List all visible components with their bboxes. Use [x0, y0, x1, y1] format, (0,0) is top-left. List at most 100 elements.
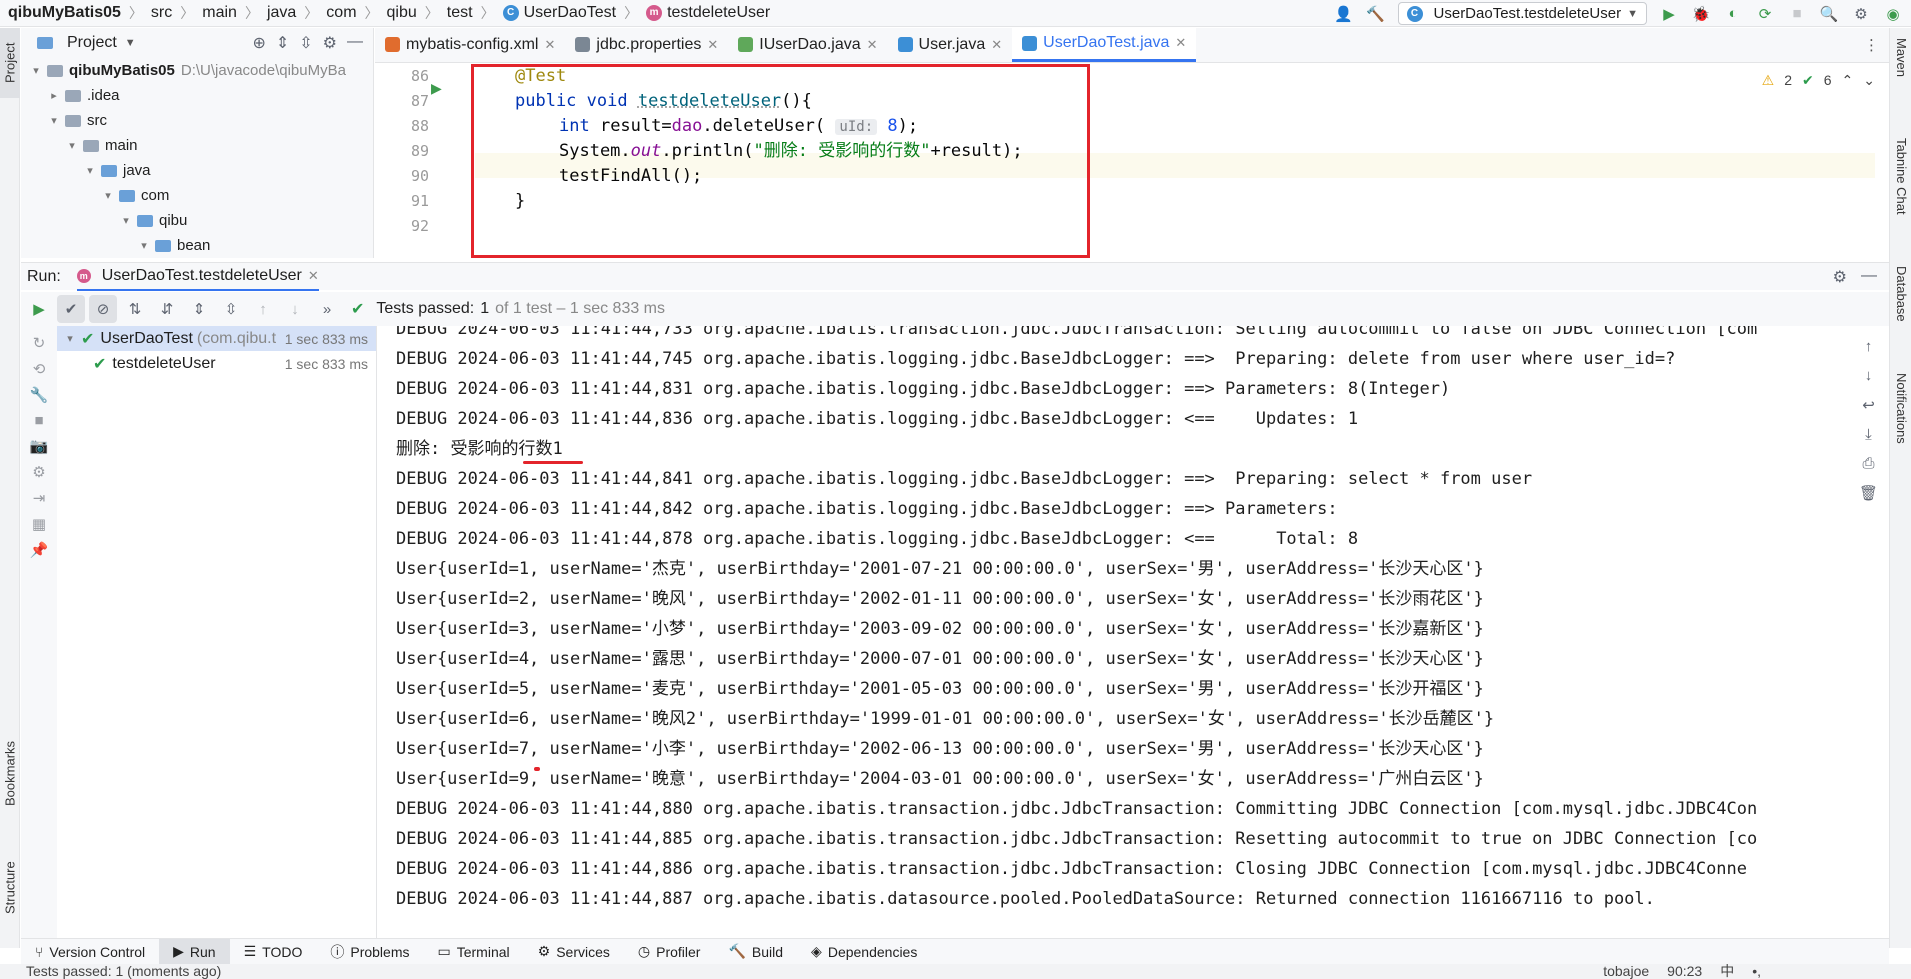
- bottom-tab[interactable]: ▭ Terminal: [424, 939, 524, 965]
- bottom-tab[interactable]: ⑂ Version Control: [21, 939, 159, 965]
- hide-icon[interactable]: —: [1861, 267, 1877, 287]
- project-tree-item[interactable]: ▾ java: [21, 158, 373, 183]
- settings-icon[interactable]: ⚙: [32, 463, 45, 481]
- rerun-failed-icon[interactable]: ↻: [33, 334, 46, 352]
- bottom-tab[interactable]: ◈ Dependencies: [797, 939, 931, 965]
- project-tree-item[interactable]: ▾ bean: [21, 233, 373, 258]
- project-panel-title[interactable]: Project: [67, 34, 117, 52]
- stop-icon[interactable]: ■: [1787, 4, 1807, 24]
- bottom-tab[interactable]: 🔨 Build: [714, 939, 797, 965]
- collapse-all-icon[interactable]: ⇳: [299, 33, 312, 53]
- show-ignored-icon[interactable]: ⊘: [89, 295, 117, 323]
- scroll-to-end-icon[interactable]: ⤓: [1865, 426, 1872, 443]
- soft-wrap-icon[interactable]: ↩: [1862, 396, 1875, 414]
- ime-indicator-1[interactable]: 中: [1720, 964, 1734, 979]
- chevron-down-icon[interactable]: ▾: [47, 114, 61, 127]
- test-tree-item[interactable]: ✔ testdeleteUser 1 sec 833 ms: [57, 351, 376, 376]
- project-tree-item[interactable]: ▸ .idea: [21, 83, 373, 108]
- inspection-widget[interactable]: ⚠ 2 ✔ 6 ⌃ ⌄: [1762, 72, 1875, 89]
- run-tab[interactable]: m UserDaoTest.testdeleteUser ✕: [76, 263, 319, 291]
- cursor-position[interactable]: 90:23: [1667, 964, 1702, 979]
- close-icon[interactable]: ✕: [867, 37, 878, 53]
- gear-icon[interactable]: ⚙: [323, 33, 337, 53]
- arrow-down-icon[interactable]: ↓: [281, 295, 309, 323]
- breadcrumb-item[interactable]: test: [447, 4, 473, 22]
- console-output[interactable]: DEBUG 2024-06-03 11:41:44,733 org.apache…: [378, 326, 1848, 926]
- trash-icon[interactable]: 🗑: [1859, 484, 1878, 502]
- ime-indicator-2[interactable]: •,: [1752, 964, 1761, 979]
- chevron-down-icon[interactable]: ▾: [83, 164, 97, 177]
- breadcrumb-item[interactable]: qibuMyBatis05: [8, 4, 121, 22]
- bottom-tab[interactable]: ☰ TODO: [230, 939, 317, 965]
- collapse-all-icon[interactable]: ⇳: [217, 295, 245, 323]
- pin-icon[interactable]: 📌: [30, 541, 49, 559]
- project-tool-tab[interactable]: Project: [0, 28, 20, 98]
- locate-icon[interactable]: ⊕: [252, 33, 265, 53]
- chevron-down-icon[interactable]: ▾: [63, 332, 77, 345]
- close-icon[interactable]: ✕: [707, 37, 718, 53]
- structure-tool-tab[interactable]: Structure: [0, 838, 20, 938]
- notifications-tool-tab[interactable]: Notifications: [1894, 373, 1909, 444]
- arrow-up-icon[interactable]: ↑: [1865, 338, 1873, 355]
- project-tree-item[interactable]: ▾ com: [21, 183, 373, 208]
- project-tree-item[interactable]: ▾ src: [21, 108, 373, 133]
- project-tree-item[interactable]: ▾ qibuMyBatis05 D:\U\javacode\qibuMyBa: [21, 58, 373, 83]
- bottom-tab[interactable]: ▶ Run: [159, 938, 230, 965]
- status-user[interactable]: tobajoe: [1603, 964, 1649, 979]
- chevron-down-icon[interactable]: ▾: [101, 189, 115, 202]
- breadcrumb-item[interactable]: java: [267, 4, 296, 22]
- chevron-down-icon[interactable]: ▾: [119, 214, 133, 227]
- search-icon[interactable]: 🔍: [1819, 4, 1839, 24]
- run-config-selector[interactable]: C UserDaoTest.testdeleteUser ▼: [1397, 2, 1647, 25]
- rerun-icon[interactable]: ▶: [25, 295, 53, 323]
- run-test-gutter-icon[interactable]: ▶: [431, 80, 442, 97]
- wrench-icon[interactable]: 🔧: [30, 386, 49, 404]
- show-passed-icon[interactable]: ✔: [57, 295, 85, 323]
- close-icon[interactable]: ✕: [991, 37, 1002, 53]
- sort-alpha-icon[interactable]: ⇅: [121, 295, 149, 323]
- toggle-auto-test-icon[interactable]: ⟲: [33, 360, 46, 378]
- coverage-icon[interactable]: ◐: [1723, 4, 1743, 24]
- chevron-down-icon[interactable]: ▾: [137, 239, 151, 252]
- chevron-right-icon[interactable]: ▸: [47, 89, 61, 102]
- close-icon[interactable]: ✕: [544, 37, 555, 53]
- stop-icon[interactable]: ■: [34, 412, 43, 429]
- sort-duration-icon[interactable]: ⇵: [153, 295, 181, 323]
- chevron-down-icon[interactable]: ⌄: [1863, 72, 1875, 89]
- breadcrumb-item[interactable]: main: [202, 4, 237, 22]
- exit-icon[interactable]: ⇥: [33, 489, 46, 507]
- bottom-tab[interactable]: ◷ Profiler: [624, 939, 715, 965]
- camera-icon[interactable]: 📷: [30, 437, 49, 455]
- gear-icon[interactable]: ⚙: [1851, 4, 1871, 24]
- maven-tool-tab[interactable]: Maven: [1894, 38, 1909, 77]
- chevron-down-icon[interactable]: ▼: [125, 37, 136, 49]
- code-editor[interactable]: 86 87 88 89 90 91 92 ▶ @Test public void testd…: [375, 64, 1889, 258]
- editor-tab[interactable]: mybatis-config.xml ✕: [375, 27, 565, 62]
- expand-all-icon[interactable]: ⇕: [276, 33, 289, 53]
- print-icon[interactable]: ⎙: [1862, 455, 1874, 472]
- database-tool-tab[interactable]: Database: [1894, 266, 1909, 322]
- ide-logo-icon[interactable]: ◉: [1883, 4, 1903, 24]
- breadcrumb-item[interactable]: com: [326, 4, 356, 22]
- bookmarks-tool-tab[interactable]: Bookmarks: [0, 718, 20, 828]
- test-tree-item[interactable]: ▾ ✔ UserDaoTest (com.qibu.t 1 sec 833 ms: [57, 326, 376, 351]
- debug-icon[interactable]: 🐞: [1691, 4, 1711, 24]
- project-tree-item[interactable]: ▾ qibu: [21, 208, 373, 233]
- bottom-tab[interactable]: ⚙ Services: [524, 939, 624, 965]
- hide-icon[interactable]: —: [347, 33, 363, 53]
- breadcrumb-item[interactable]: src: [151, 4, 172, 22]
- layout-icon[interactable]: ▦: [32, 515, 46, 533]
- project-tree-item[interactable]: ▾ main: [21, 133, 373, 158]
- more-tabs-icon[interactable]: ⋮: [1854, 27, 1889, 62]
- chevron-up-icon[interactable]: ⌃: [1842, 72, 1854, 89]
- chevron-down-icon[interactable]: ▾: [65, 139, 79, 152]
- more-icon[interactable]: »: [313, 295, 341, 323]
- editor-tab[interactable]: IUserDao.java ✕: [728, 27, 887, 62]
- run-icon[interactable]: ▶: [1659, 4, 1679, 24]
- breadcrumb-item[interactable]: C UserDaoTest: [502, 4, 616, 22]
- close-icon[interactable]: ✕: [1175, 35, 1186, 51]
- breadcrumb-item[interactable]: qibu: [387, 4, 417, 22]
- chevron-down-icon[interactable]: ▾: [29, 64, 43, 77]
- profile-icon[interactable]: ⟳: [1755, 4, 1775, 24]
- gear-icon[interactable]: ⚙: [1833, 267, 1847, 287]
